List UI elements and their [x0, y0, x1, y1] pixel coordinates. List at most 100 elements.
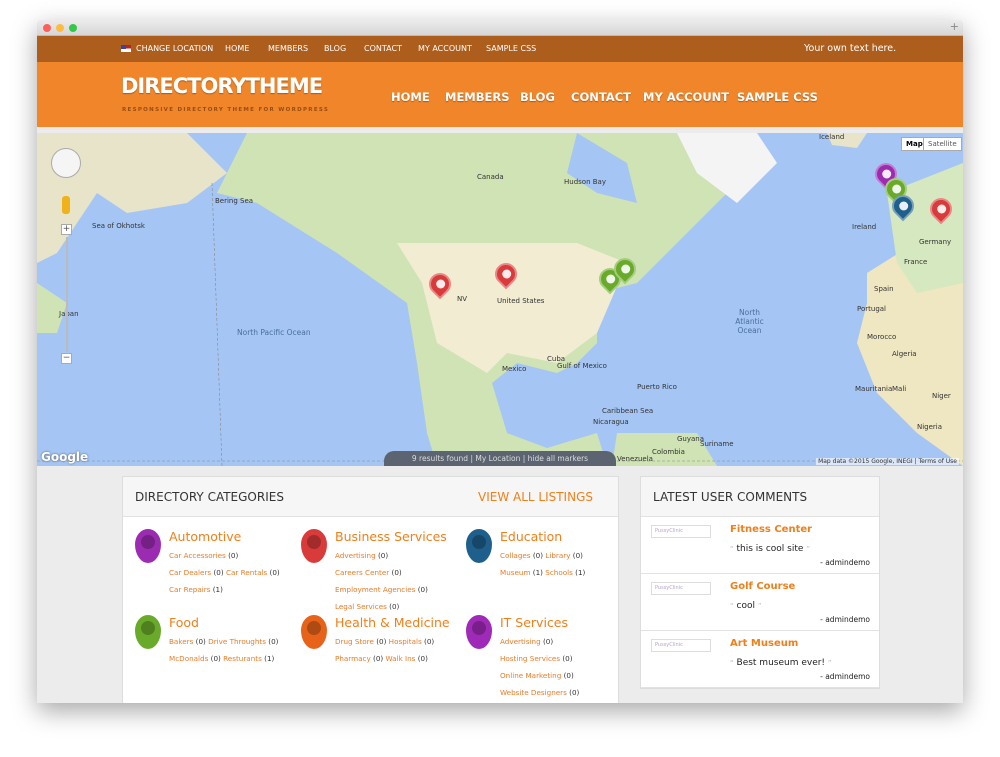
subcategory-link[interactable]: Library: [545, 551, 570, 560]
subcategory-link[interactable]: Advertising: [500, 637, 541, 646]
subcategory-count: (0): [532, 551, 544, 560]
category-name[interactable]: IT Services: [500, 615, 626, 630]
zoom-in-button[interactable]: +: [61, 224, 72, 235]
subcategory-link[interactable]: Bakers: [169, 637, 193, 646]
subcategory-count: (0): [373, 654, 384, 663]
browser-window: + CHANGE LOCATION HOME MEMBERS BLOG CONT…: [37, 20, 963, 703]
nav-sample-css[interactable]: SAMPLE CSS: [737, 90, 818, 104]
category-automotive: Automotive Car Accessories (0) Car Dealer…: [135, 529, 295, 598]
category-it-services: IT Services Advertising (0) Hosting Servi…: [466, 615, 626, 701]
site-logo[interactable]: DIRECTORYTHEME: [121, 74, 323, 98]
subcategory-link[interactable]: Schools: [545, 568, 573, 577]
subcategory-count: (0): [424, 637, 435, 646]
map-type-satellite-button[interactable]: Satellite: [923, 137, 962, 151]
subcategory-count: (0): [377, 551, 389, 560]
view-all-listings-link[interactable]: VIEW ALL LISTINGS: [478, 490, 593, 504]
subcategory-link[interactable]: Hosting Services: [500, 654, 560, 663]
subcategory-link[interactable]: Resturants: [223, 654, 262, 663]
subcategory-link[interactable]: Legal Services: [335, 602, 387, 611]
category-name[interactable]: Food: [169, 615, 295, 630]
street-view-pegman-icon[interactable]: [62, 196, 70, 214]
comment-author: - admindemo: [820, 672, 870, 681]
category-name[interactable]: Business Services: [335, 529, 461, 544]
top-nav-home[interactable]: HOME: [225, 44, 249, 53]
subcategory-count: (0): [391, 568, 402, 577]
subcategory-link[interactable]: Employment Agencies: [335, 585, 415, 594]
subcategory-link[interactable]: Car Rentals: [226, 568, 267, 577]
panel-title: LATEST USER COMMENTS: [641, 477, 879, 517]
nav-my-account[interactable]: MY ACCOUNT: [643, 90, 729, 104]
change-location-link[interactable]: CHANGE LOCATION: [121, 44, 213, 53]
top-nav-sample-css[interactable]: SAMPLE CSS: [486, 44, 536, 53]
top-nav-contact[interactable]: CONTACT: [364, 44, 402, 53]
category-name[interactable]: Automotive: [169, 529, 295, 544]
zoom-slider[interactable]: [66, 237, 68, 352]
top-nav-members[interactable]: MEMBERS: [268, 44, 308, 53]
results-bar[interactable]: 9 results found | My Location | hide all…: [384, 451, 616, 466]
subcategory-link[interactable]: Pharmacy: [335, 654, 371, 663]
new-tab-icon[interactable]: +: [950, 20, 959, 33]
map-place-label: Colombia: [652, 448, 685, 456]
map-place-label: Portugal: [857, 305, 886, 313]
subcategory-link[interactable]: Careers Center: [335, 568, 389, 577]
subcategory-count: (0): [268, 637, 279, 646]
minimize-button[interactable]: [56, 24, 64, 32]
nav-blog[interactable]: BLOG: [520, 90, 555, 104]
subcategory-count: (0): [210, 654, 221, 663]
close-button[interactable]: [43, 24, 51, 32]
subcategory-count: (1): [575, 568, 586, 577]
subcategory-link[interactable]: Car Accessories: [169, 551, 226, 560]
comment-listing-link[interactable]: Golf Course: [730, 581, 795, 592]
close-quote-icon: ”: [806, 545, 810, 553]
comment-listing-link[interactable]: Art Museum: [730, 638, 798, 649]
category-pin-icon: [301, 529, 327, 563]
maximize-button[interactable]: [69, 24, 77, 32]
subcategory-link[interactable]: Car Repairs: [169, 585, 210, 594]
latest-comments-panel: LATEST USER COMMENTS PussyClinic Fitness …: [640, 476, 880, 689]
subcategory-count: (1): [264, 654, 275, 663]
map-place-label: Gulf of Mexico: [557, 362, 607, 370]
subcategory-count: (0): [269, 568, 280, 577]
category-name[interactable]: Education: [500, 529, 626, 544]
map-place-label: Japan: [59, 310, 79, 318]
terms-link[interactable]: Terms of Use: [919, 458, 957, 465]
zoom-out-button[interactable]: −: [61, 353, 72, 364]
subcategory-link[interactable]: Car Dealers: [169, 568, 211, 577]
map-place-label: Morocco: [867, 333, 897, 341]
subcategory-link[interactable]: Walk Ins: [386, 654, 416, 663]
close-quote-icon: ”: [827, 659, 832, 667]
pan-control[interactable]: [51, 148, 81, 178]
us-flag-icon: [121, 45, 131, 52]
map[interactable]: Iceland Canada Hudson Bay United States Mexi…: [37, 133, 963, 466]
subcategory-link[interactable]: McDonalds: [169, 654, 208, 663]
map-place-label: Mexico: [502, 365, 527, 373]
nav-members[interactable]: MEMBERS: [445, 90, 510, 104]
nav-contact[interactable]: CONTACT: [571, 90, 631, 104]
subcategory-link[interactable]: Website Designers: [500, 688, 567, 697]
google-logo: Google: [41, 450, 89, 464]
comment-listing-link[interactable]: Fitness Center: [730, 524, 812, 535]
subcategory-link[interactable]: Collages: [500, 551, 531, 560]
subcategory-count: (0): [195, 637, 206, 646]
directory-categories-panel: DIRECTORY CATEGORIES VIEW ALL LISTINGS A…: [122, 476, 619, 703]
subcategory-count: (0): [389, 602, 400, 611]
subcategory-link[interactable]: Museum: [500, 568, 530, 577]
subcategory-link[interactable]: Hospitals: [389, 637, 422, 646]
subcategory-link[interactable]: Drug Store: [335, 637, 374, 646]
title-bar: +: [37, 20, 963, 36]
subcategory-link[interactable]: Advertising: [335, 551, 376, 560]
map-place-label: Puerto Rico: [637, 383, 677, 391]
subcategory-link[interactable]: Online Marketing: [500, 671, 561, 680]
nav-home[interactable]: HOME: [391, 90, 430, 104]
map-place-label: Suriname: [700, 440, 734, 448]
map-place-label: Iceland: [819, 133, 845, 141]
avatar: PussyClinic: [651, 525, 711, 538]
subcategory-link[interactable]: Drive Throughts: [208, 637, 266, 646]
top-nav-my-account[interactable]: MY ACCOUNT: [418, 44, 472, 53]
top-nav-blog[interactable]: BLOG: [324, 44, 346, 53]
category-name[interactable]: Health & Medicine: [335, 615, 461, 630]
top-bar: CHANGE LOCATION HOME MEMBERS BLOG CONTAC…: [37, 36, 963, 62]
map-place-label: Niger: [932, 392, 951, 400]
comment-item: PussyClinic Fitness Center “ this is cool …: [641, 517, 879, 574]
category-pin-icon: [135, 529, 161, 563]
